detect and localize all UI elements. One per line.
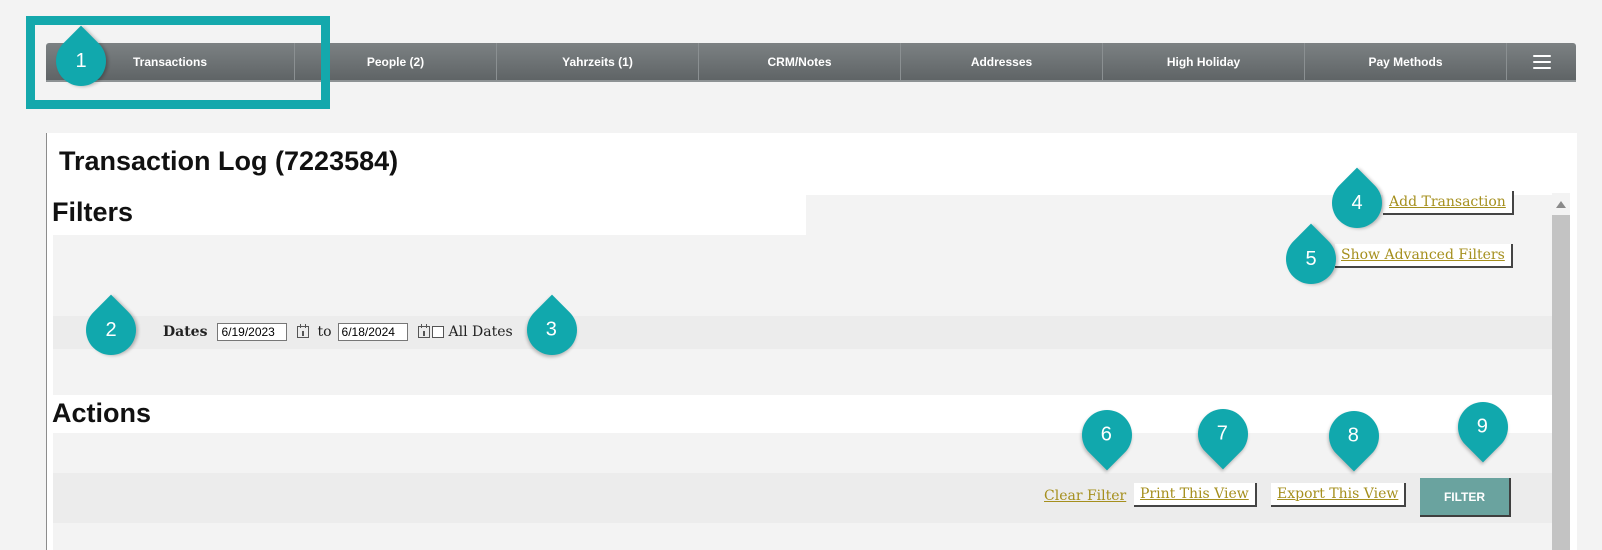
tab-high-holiday[interactable]: High Holiday [1103, 43, 1305, 80]
actions-heading: Actions [52, 398, 152, 428]
all-dates-checkbox[interactable] [431, 326, 444, 338]
dates-filter-row: Dates to All Dates [163, 323, 513, 341]
calendar-icon[interactable] [417, 324, 430, 338]
export-this-view-link[interactable]: Export This View [1271, 483, 1407, 507]
date-to-input[interactable] [337, 323, 408, 341]
tab-addresses[interactable]: Addresses [901, 43, 1103, 80]
dates-label: Dates [163, 324, 208, 340]
calendar-icon[interactable] [297, 324, 310, 338]
scroll-up-icon[interactable] [1552, 193, 1570, 215]
hamburger-icon [1532, 54, 1551, 69]
add-transaction-link[interactable]: Add Transaction [1383, 191, 1514, 215]
menu-button[interactable] [1507, 43, 1576, 80]
filters-heading: Filters [52, 197, 134, 227]
filter-button[interactable]: FILTER [1420, 478, 1511, 517]
show-advanced-filters-link[interactable]: Show Advanced Filters [1335, 244, 1513, 268]
all-dates-label: All Dates [448, 324, 513, 340]
clear-filter-link[interactable]: Clear Filter [1044, 488, 1126, 504]
tab-pay-methods[interactable]: Pay Methods [1305, 43, 1507, 80]
to-label: to [317, 324, 332, 340]
scrollbar[interactable] [1552, 193, 1570, 550]
tab-yahrzeits[interactable]: Yahrzeits (1) [497, 43, 699, 80]
date-from-input[interactable] [217, 323, 288, 341]
tab-crm-notes[interactable]: CRM/Notes [699, 43, 901, 80]
page-title: Transaction Log (7223584) [59, 146, 399, 176]
print-this-view-link[interactable]: Print This View [1134, 483, 1257, 507]
